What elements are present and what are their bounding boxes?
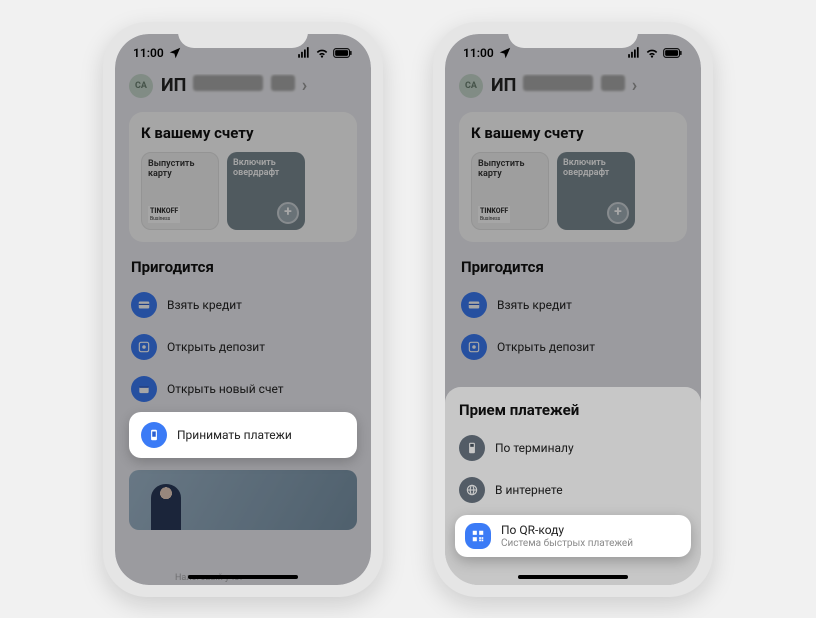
phone-left: 11:00 СА ИП [103, 22, 383, 597]
tile-issue-card[interactable]: Выпустить карту TINKOFF Business [471, 152, 549, 230]
location-icon [168, 46, 182, 60]
title-blur-name [193, 75, 263, 91]
title-blur-name [523, 75, 593, 91]
list-item-new-account[interactable]: Открыть новый счет [129, 368, 357, 410]
account-header[interactable]: СА ИП › [459, 74, 687, 98]
tile-brand: TINKOFF Business [478, 206, 510, 222]
phone-right: 11:00 СА ИП [433, 22, 713, 597]
list-label-account: Открыть новый счет [167, 382, 284, 396]
location-icon [498, 46, 512, 60]
tile-row: Выпустить карту TINKOFF Business Вкл [141, 152, 345, 230]
deposit-icon [461, 334, 487, 360]
list-label-deposit: Открыть депозит [167, 340, 265, 354]
terminal-icon [459, 435, 485, 461]
signal-icon [297, 46, 311, 60]
sheet-title: Прием платежей [459, 401, 687, 419]
signal-icon [627, 46, 641, 60]
list-label-credit: Взять кредит [497, 298, 572, 312]
sheet-item-internet[interactable]: В интернете [459, 469, 687, 511]
title-prefix: ИП [161, 75, 186, 96]
list-item-accept-payments[interactable]: Принимать платежи [129, 412, 357, 458]
bottom-sheet: Прием платежей По терминалу В интернете [445, 387, 701, 585]
title-prefix: ИП [491, 75, 516, 96]
tile-brand: TINKOFF Business [148, 206, 180, 222]
list-item-credit[interactable]: Взять кредит [129, 284, 357, 326]
tile-overdraft[interactable]: Включить овердрафт + [227, 152, 305, 230]
useful-section: Пригодится Взять кредит Открыть депозит [459, 258, 687, 368]
tile-overdraft[interactable]: Включить овердрафт + [557, 152, 635, 230]
sheet-item-terminal[interactable]: По терминалу [459, 427, 687, 469]
notch [178, 22, 308, 48]
avatar: СА [459, 74, 483, 98]
chevron-right-icon: › [302, 75, 307, 96]
sheet-sublabel-qr: Система быстрых платежей [501, 538, 633, 549]
promo-tile[interactable] [129, 470, 357, 530]
tile-label-1a: Выпустить [148, 159, 194, 169]
account-section-title: К вашему счету [141, 124, 345, 142]
account-section-title: К вашему счету [471, 124, 675, 142]
wifi-icon [315, 46, 329, 60]
list-item-deposit[interactable]: Открыть депозит [459, 326, 687, 368]
chevron-right-icon: › [632, 75, 637, 96]
tile-issue-card[interactable]: Выпустить карту TINKOFF Business [141, 152, 219, 230]
content-left: СА ИП › К вашему счету Выпустить карту [115, 74, 371, 585]
useful-section: Пригодится Взять кредит Открыть депозит [129, 258, 357, 530]
status-time: 11:00 [463, 46, 494, 60]
credit-icon [461, 292, 487, 318]
deposit-icon [131, 334, 157, 360]
home-indicator[interactable] [518, 575, 628, 579]
phone-screen-right: 11:00 СА ИП [445, 34, 701, 585]
credit-icon [131, 292, 157, 318]
tile-label-2b: овердрафт [233, 168, 279, 178]
list-label-credit: Взять кредит [167, 298, 242, 312]
useful-title: Пригодится [459, 258, 687, 276]
account-header[interactable]: СА ИП › [129, 74, 357, 98]
qr-icon [465, 523, 491, 549]
internet-icon [459, 477, 485, 503]
list-item-credit[interactable]: Взять кредит [459, 284, 687, 326]
home-indicator[interactable] [188, 575, 298, 579]
plus-icon: + [277, 202, 299, 224]
sheet-label-qr: По QR-коду [501, 523, 633, 537]
title-blur-initials [601, 75, 625, 91]
sheet-label-terminal: По терминалу [495, 441, 574, 455]
sheet-label-internet: В интернете [495, 483, 563, 497]
list-label-payments: Принимать платежи [177, 428, 292, 442]
list-label-deposit: Открыть депозит [497, 340, 595, 354]
list-item-deposit[interactable]: Открыть депозит [129, 326, 357, 368]
payments-icon [141, 422, 167, 448]
tile-label-2a: Включить [233, 158, 276, 168]
avatar: СА [129, 74, 153, 98]
sheet-item-qr[interactable]: По QR-коду Система быстрых платежей [455, 515, 691, 557]
account-title: ИП › [161, 75, 307, 96]
plus-icon: + [607, 202, 629, 224]
account-card: К вашему счету Выпустить карту TINKOFF B… [459, 112, 687, 242]
phone-screen-left: 11:00 СА ИП [115, 34, 371, 585]
account-card: К вашему счету Выпустить карту TINKOFF B… [129, 112, 357, 242]
useful-title: Пригодится [129, 258, 357, 276]
promo-person [151, 484, 181, 530]
account-title: ИП › [491, 75, 637, 96]
tile-row: Выпустить карту TINKOFF Business Вкл [471, 152, 675, 230]
wifi-icon [645, 46, 659, 60]
battery-icon [333, 46, 353, 60]
notch [508, 22, 638, 48]
title-blur-initials [271, 75, 295, 91]
battery-icon [663, 46, 683, 60]
status-time: 11:00 [133, 46, 164, 60]
account-icon [131, 376, 157, 402]
tile-label-1b: карту [148, 169, 172, 179]
